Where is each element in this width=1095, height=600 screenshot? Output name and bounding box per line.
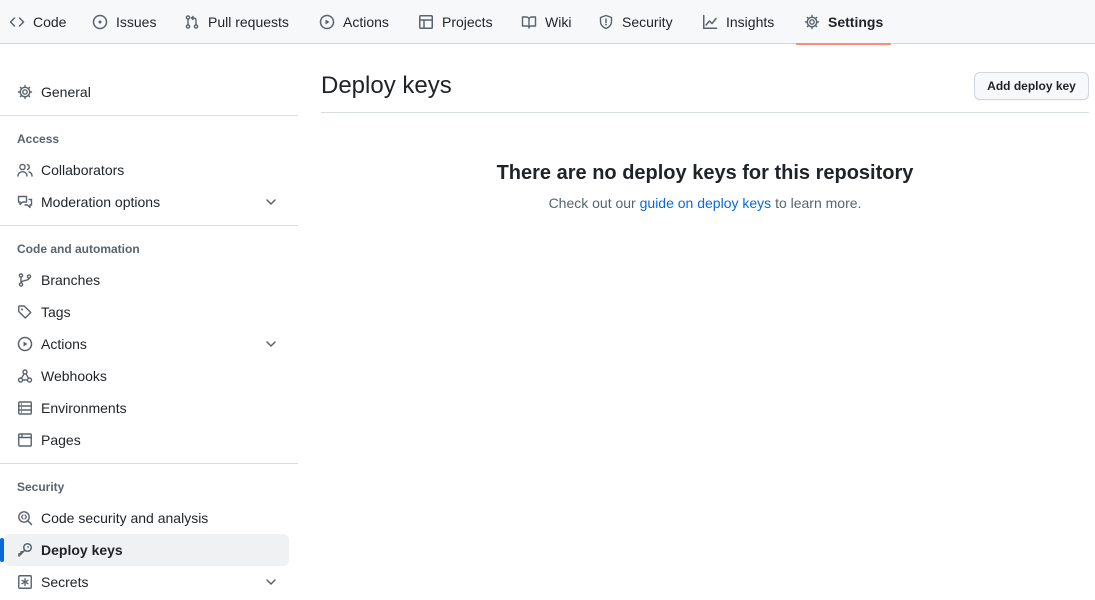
add-deploy-key-button[interactable]: Add deploy key <box>974 72 1089 100</box>
tab-label: Issues <box>116 14 157 30</box>
sidebar-item-collaborators[interactable]: Collaborators <box>4 154 289 186</box>
sidebar-item-general[interactable]: General <box>4 76 289 108</box>
git-pull-request-icon <box>185 15 199 29</box>
sidebar-item-deploy-keys[interactable]: Deploy keys <box>4 534 289 566</box>
book-icon <box>521 16 537 29</box>
tab-issues[interactable]: Issues <box>92 0 156 44</box>
tab-pull-requests[interactable]: Pull requests <box>184 0 289 44</box>
sidebar-item-moderation-options[interactable]: Moderation options <box>4 186 289 218</box>
sidebar-item-pages[interactable]: Pages <box>4 424 289 456</box>
chevron-down-icon[interactable] <box>263 574 279 590</box>
settings-sidebar: General Access Collaborators Moderation … <box>0 44 300 600</box>
blankslate-text: Check out our guide on deploy keys to le… <box>321 195 1089 211</box>
tab-projects[interactable]: Projects <box>418 0 493 44</box>
gear-icon <box>17 84 33 100</box>
play-icon <box>17 336 33 352</box>
key-icon <box>18 542 33 557</box>
git-branch-icon <box>18 273 32 287</box>
code-icon <box>9 17 25 27</box>
blankslate-heading: There are no deploy keys for this reposi… <box>496 162 914 184</box>
sidebar-divider <box>0 115 298 116</box>
sidebar-item-label: Tags <box>41 304 71 320</box>
sidebar-item-label: Pages <box>41 432 81 448</box>
sidebar-item-secrets[interactable]: Secrets <box>4 566 289 598</box>
sidebar-item-environments[interactable]: Environments <box>4 392 289 424</box>
title-divider <box>321 112 1089 113</box>
browser-icon <box>18 433 32 447</box>
tab-label: Code <box>33 14 67 30</box>
gear-icon <box>804 14 820 30</box>
sidebar-item-actions[interactable]: Actions <box>4 328 289 360</box>
tab-settings[interactable]: Settings <box>795 0 892 45</box>
tab-insights[interactable]: Insights <box>702 0 774 44</box>
tab-label: Wiki <box>545 14 572 30</box>
sidebar-heading-access: Access <box>17 132 60 146</box>
issue-opened-icon <box>92 14 108 30</box>
sidebar-item-label: Moderation options <box>41 194 161 210</box>
tab-label: Security <box>622 14 673 30</box>
sidebar-item-code-security[interactable]: Code security and analysis <box>4 502 289 534</box>
page-title: Deploy keys <box>321 72 452 99</box>
people-icon <box>17 163 33 177</box>
sidebar-item-label: General <box>41 84 91 100</box>
server-icon <box>18 401 32 415</box>
sidebar-item-label: Webhooks <box>41 368 107 384</box>
play-icon <box>319 14 335 30</box>
blankslate: There are no deploy keys for this reposi… <box>321 162 1089 211</box>
shield-icon <box>599 14 613 30</box>
comment-discussion-icon <box>17 195 33 209</box>
sidebar-divider <box>0 225 298 226</box>
table-icon <box>419 15 433 29</box>
sidebar-item-label: Secrets <box>41 574 89 590</box>
tab-code[interactable]: Code <box>9 0 66 44</box>
graph-icon <box>703 14 718 29</box>
deploy-keys-guide-link[interactable]: guide on deploy keys <box>640 195 772 211</box>
repo-nav: Code Issues Pull requests Actions Projec… <box>0 0 1095 45</box>
sidebar-item-label: Collaborators <box>41 162 125 178</box>
sidebar-divider <box>0 463 298 464</box>
tab-label: Pull requests <box>208 14 289 30</box>
sidebar-item-label: Branches <box>41 272 101 288</box>
sidebar-item-branches[interactable]: Branches <box>4 264 289 296</box>
chevron-down-icon[interactable] <box>263 336 279 352</box>
tag-icon <box>18 305 32 319</box>
sidebar-item-webhooks[interactable]: Webhooks <box>4 360 289 392</box>
tab-label: Projects <box>442 14 493 30</box>
sidebar-item-label: Deploy keys <box>41 542 123 558</box>
sidebar-heading-security: Security <box>17 480 65 494</box>
tab-actions[interactable]: Actions <box>319 0 389 44</box>
tab-label: Actions <box>343 14 389 30</box>
blankslate-text-before: Check out our <box>548 195 636 211</box>
sidebar-item-label: Environments <box>41 400 127 416</box>
tab-label: Settings <box>828 14 884 30</box>
tab-label: Insights <box>726 14 775 30</box>
sidebar-item-label: Actions <box>41 336 87 352</box>
webhook-icon <box>17 369 33 383</box>
sidebar-heading-code-automation: Code and automation <box>17 242 140 256</box>
sidebar-item-tags[interactable]: Tags <box>4 296 289 328</box>
chevron-down-icon[interactable] <box>263 194 279 210</box>
tab-wiki[interactable]: Wiki <box>521 0 571 44</box>
blankslate-text-after: to learn more. <box>775 195 862 211</box>
key-asterisk-icon <box>18 575 32 589</box>
codescan-icon <box>18 511 33 526</box>
sidebar-item-label: Code security and analysis <box>41 510 209 526</box>
tab-security[interactable]: Security <box>598 0 673 44</box>
